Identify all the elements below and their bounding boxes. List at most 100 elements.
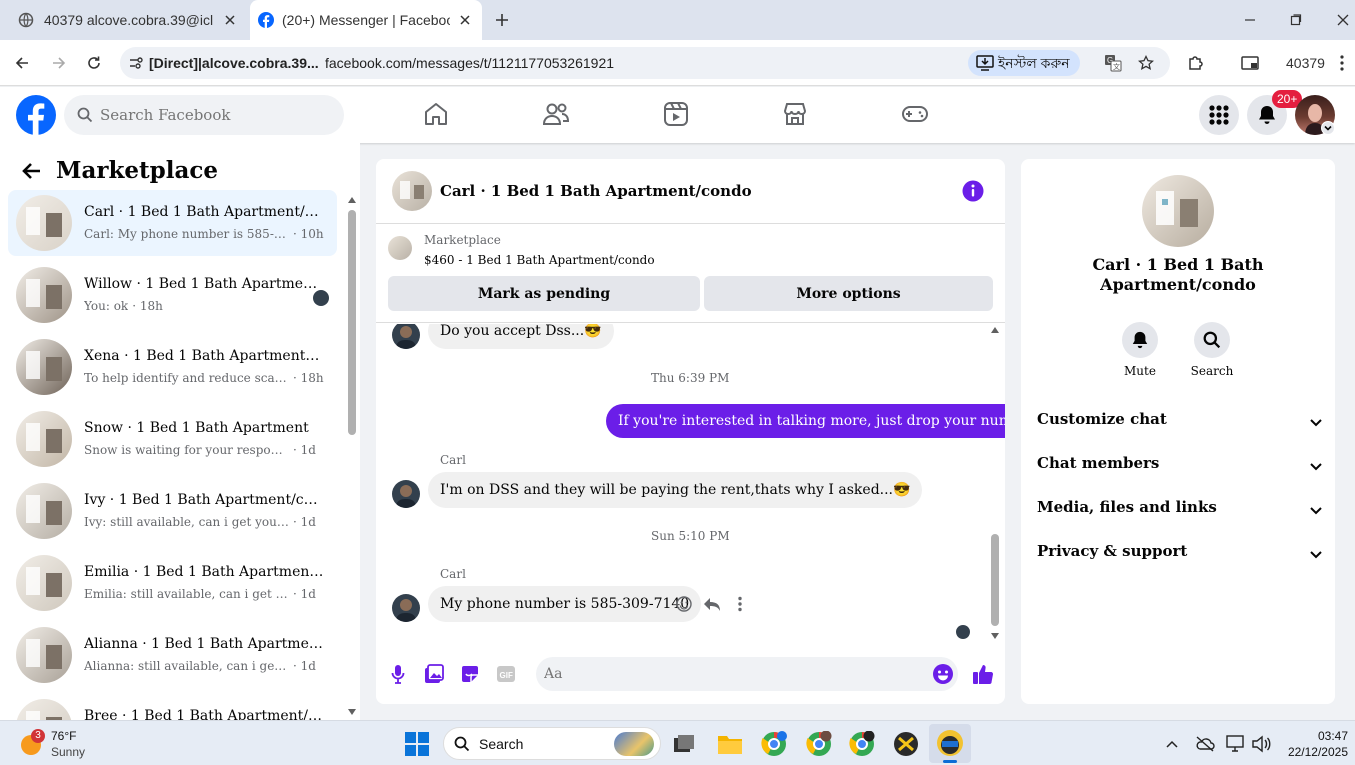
active-app-button[interactable] [929,724,971,763]
omnibox[interactable]: [Direct]|alcove.cobra.39... facebook.com… [120,47,1170,79]
file-explorer-icon[interactable] [717,733,743,755]
reload-icon[interactable] [86,55,102,71]
back-arrow-icon[interactable] [22,162,42,180]
back-arrow-icon[interactable] [14,55,30,71]
scroll-down-arrow-icon[interactable] [347,708,357,716]
video-icon[interactable] [663,101,689,127]
list-scrollbar-track[interactable] [344,193,356,720]
conversation-preview: Alianna: still available, can i get your… [84,659,289,673]
accordion-chat-members[interactable]: Chat members [1037,454,1323,484]
reply-icon[interactable] [703,596,721,612]
network-icon[interactable] [1226,735,1246,753]
window-close-icon[interactable] [1337,14,1349,26]
search-in-conversation-button[interactable]: Search [1190,322,1234,378]
thread-scrollbar-thumb[interactable] [991,534,999,626]
conversation-preview: Carl: My phone number is 585-309-7140 [84,227,289,241]
taskbar-search[interactable]: Search [443,727,661,760]
chat-title[interactable]: Carl · 1 Bed 1 Bath Apartment/condo [440,182,752,200]
info-icon[interactable] [962,180,984,202]
maximize-icon[interactable] [1290,14,1302,26]
scroll-up-arrow-icon[interactable] [990,326,1000,334]
gif-icon[interactable]: GIF [496,664,516,684]
mark-as-pending-button[interactable]: Mark as pending [388,276,700,311]
accordion-media-files-links[interactable]: Media, files and links [1037,498,1323,528]
conversation-time: · 1d [293,587,316,601]
tray-overflow-chevron-icon[interactable] [1165,739,1179,749]
thumbs-up-like-icon[interactable] [972,663,994,685]
mute-button[interactable]: Mute [1120,322,1160,378]
list-scrollbar-thumb[interactable] [348,210,356,435]
scroll-up-arrow-icon[interactable] [347,196,357,204]
minimize-icon[interactable] [1244,14,1256,26]
tab-icloud[interactable]: 40379 alcove.cobra.39@icl [18,0,248,40]
info-avatar[interactable] [1142,175,1214,247]
clock-date[interactable]: 22/12/2025 [1280,745,1348,759]
new-tab-plus-icon[interactable] [495,13,509,27]
url-text[interactable]: facebook.com/messages/t/1121177053261921 [325,55,614,71]
account-dropdown[interactable] [1321,121,1335,135]
message-bubble-received[interactable]: I'm on DSS and they will be paying the r… [428,472,923,508]
message-bubble-sent[interactable]: If you're interested in talking more, ju… [606,404,1005,438]
friends-icon[interactable] [542,101,570,127]
sender-avatar[interactable] [392,594,420,622]
home-icon[interactable] [423,101,449,127]
translate-icon[interactable]: G文 [1104,54,1122,72]
site-info-icon[interactable] [129,56,143,70]
accordion-customize-chat[interactable]: Customize chat [1037,410,1323,440]
chat-pane: Carl · 1 Bed 1 Bath Apartment/condo Mark… [376,159,1005,704]
install-app-button[interactable]: ইনস্টল করুন [968,50,1080,76]
emoji-icon[interactable] [933,664,953,684]
extensions-puzzle-icon[interactable] [1187,54,1205,72]
volume-icon[interactable] [1251,735,1271,753]
sender-avatar[interactable] [392,480,420,508]
close-icon[interactable] [458,13,472,27]
chrome-profile-1-icon[interactable] [761,731,787,757]
marketplace-icon[interactable] [782,101,808,127]
scroll-down-arrow-icon[interactable] [990,632,1000,640]
microphone-icon[interactable] [391,664,405,684]
clock-time[interactable]: 03:47 [1300,729,1348,743]
sender-avatar[interactable] [392,324,420,349]
chrome-profile-2-icon[interactable] [806,731,832,757]
onedrive-offline-icon[interactable] [1195,736,1215,752]
gaming-icon[interactable] [901,102,929,128]
forward-arrow-icon[interactable] [51,55,67,71]
conversation-row[interactable]: Ivy · 1 Bed 1 Bath Apartment/condo Ivy: s… [8,478,337,544]
bookmark-star-icon[interactable] [1138,55,1154,71]
install-label: ইনস্টল করুন [998,55,1070,71]
facebook-search-input[interactable] [100,95,330,135]
menu-button[interactable] [1199,95,1239,135]
close-icon[interactable] [223,13,237,27]
accordion-privacy-support[interactable]: Privacy & support [1037,542,1323,572]
chat-header-avatar[interactable] [392,171,432,211]
more-vertical-icon[interactable] [738,596,742,612]
listing-title[interactable]: $460 - 1 Bed 1 Bath Apartment/condo [424,253,655,267]
photo-gallery-icon[interactable] [424,664,444,684]
message-bubble-received[interactable]: Do you accept Dss...😎 [428,324,614,349]
more-options-button[interactable]: More options [704,276,993,311]
app-ix-icon[interactable] [893,731,919,757]
message-input[interactable] [544,657,924,691]
message-composer[interactable] [536,657,958,691]
tab-messenger[interactable]: (20+) Messenger | Faceboo [250,0,482,40]
conversation-row[interactable]: Snow · 1 Bed 1 Bath Apartment Snow is wai… [8,406,337,472]
listing-thumbnail[interactable] [388,236,412,260]
conversation-row[interactable]: Willow · 1 Bed 1 Bath Apartment/condo You… [8,262,337,328]
message-bubble-received[interactable]: My phone number is 585-309-7140 [428,586,702,622]
weather-widget[interactable]: 3 76°F Sunny [20,729,130,759]
conversation-row[interactable]: Emilia · 1 Bed 1 Bath Apartment/condo Emi… [8,550,337,616]
task-view-icon[interactable] [673,734,695,754]
thread-scrollbar-track[interactable] [990,324,1000,642]
kebab-menu-icon[interactable] [1340,55,1344,71]
facebook-search-box[interactable] [64,95,344,135]
facebook-logo-icon[interactable] [16,95,56,135]
conversation-row[interactable]: Alianna · 1 Bed 1 Bath Apartment/condo Al… [8,622,337,688]
profile-label[interactable]: 40379 [1286,55,1325,71]
windows-start-icon[interactable] [405,732,429,756]
sticker-icon[interactable] [460,664,480,684]
cast-sidebar-icon[interactable] [1241,55,1259,71]
react-emoji-icon[interactable] [676,596,692,612]
chrome-profile-3-icon[interactable] [849,731,875,757]
conversation-row[interactable]: Carl · 1 Bed 1 Bath Apartment/condo Carl:… [8,190,337,256]
conversation-row[interactable]: Xena · 1 Bed 1 Bath Apartment/condo To he… [8,334,337,400]
